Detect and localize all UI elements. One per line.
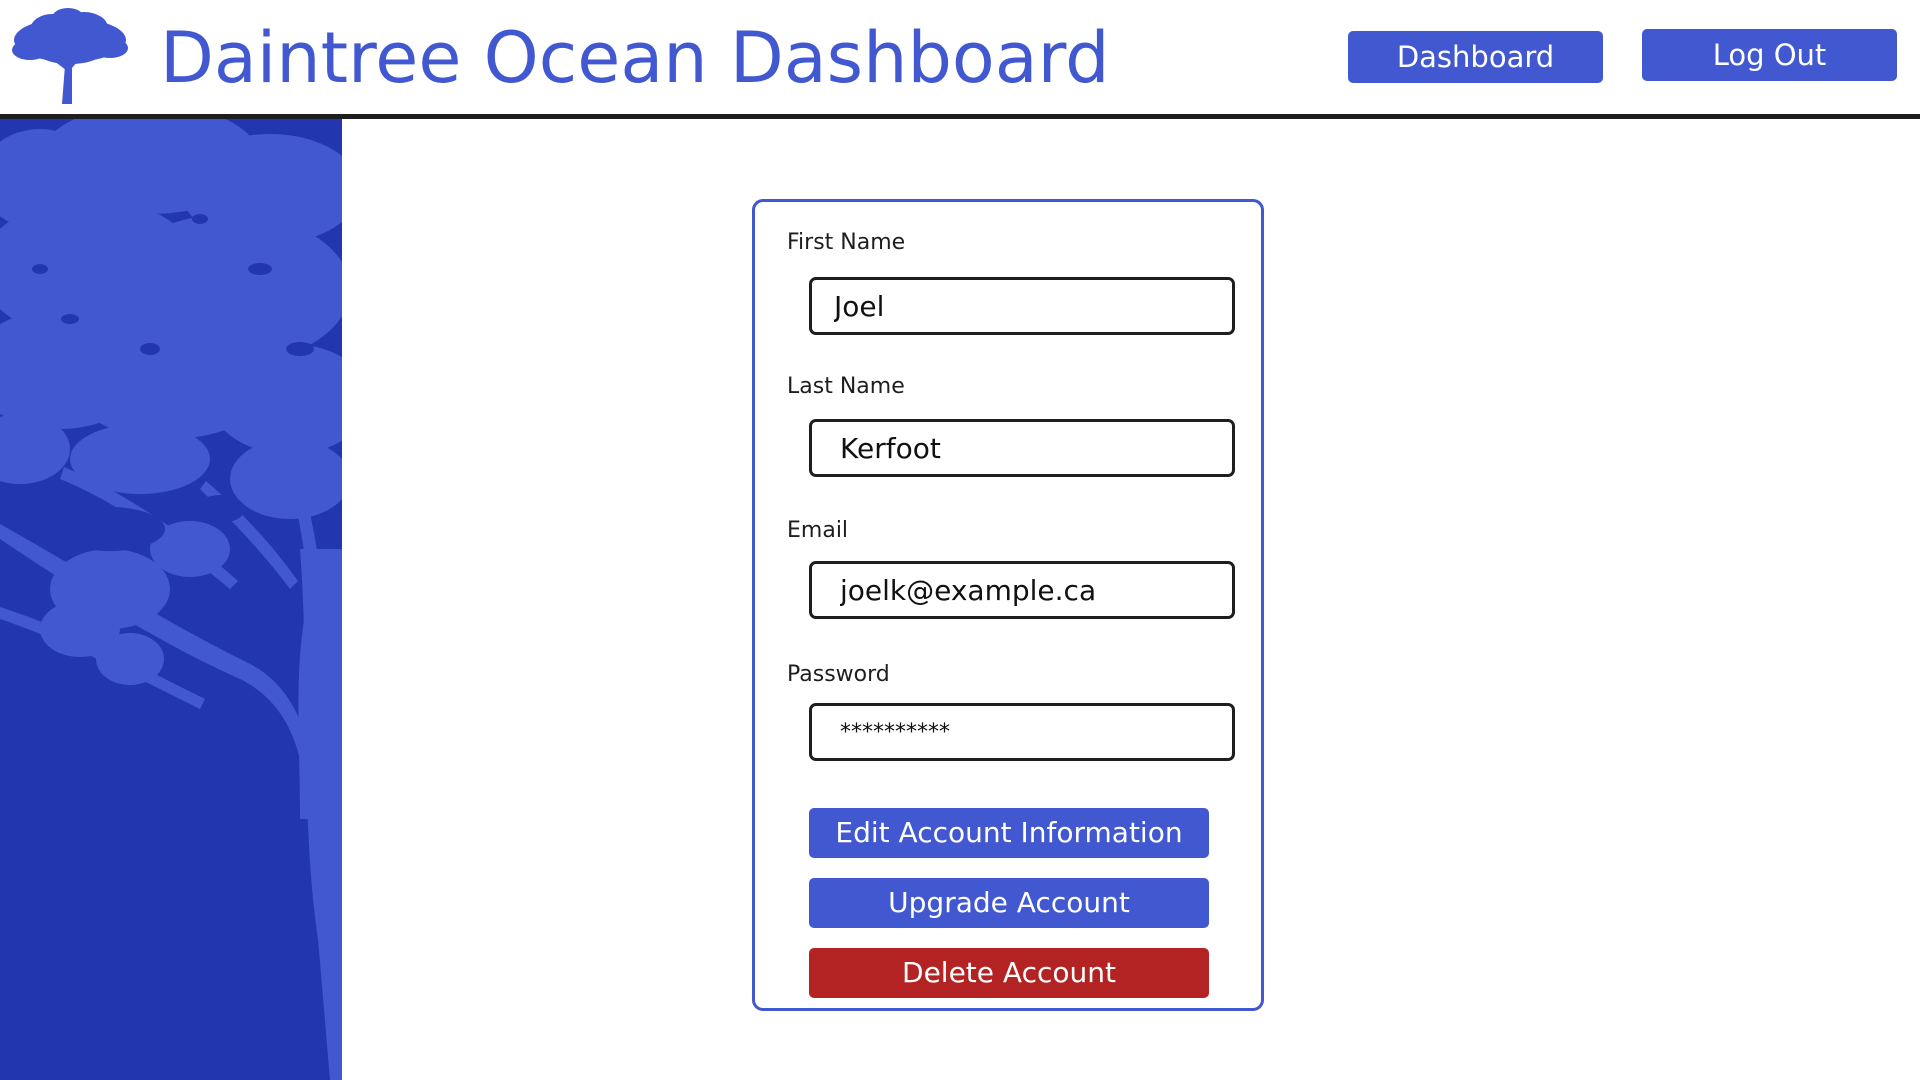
dashboard-button[interactable]: Dashboard — [1348, 31, 1603, 83]
tree-logo-icon — [12, 8, 128, 104]
delete-account-button[interactable]: Delete Account — [809, 948, 1209, 998]
password-input[interactable] — [809, 703, 1235, 761]
first-name-input[interactable] — [809, 277, 1235, 335]
logout-button[interactable]: Log Out — [1642, 29, 1897, 81]
account-form-card: First Name Last Name Email Password Edit… — [752, 199, 1264, 1011]
tree-silhouette-art — [0, 119, 342, 1080]
sidebar-panel — [0, 119, 342, 1080]
upgrade-account-button[interactable]: Upgrade Account — [809, 878, 1209, 928]
email-label: Email — [787, 518, 849, 543]
top-header: Daintree Ocean Dashboard Dashboard Log O… — [0, 0, 1920, 114]
last-name-label: Last Name — [787, 374, 905, 399]
page-title: Daintree Ocean Dashboard — [160, 17, 1110, 99]
password-label: Password — [787, 662, 890, 687]
first-name-label: First Name — [787, 230, 906, 255]
last-name-input[interactable] — [809, 419, 1235, 477]
edit-account-button[interactable]: Edit Account Information — [809, 808, 1209, 858]
email-input[interactable] — [809, 561, 1235, 619]
